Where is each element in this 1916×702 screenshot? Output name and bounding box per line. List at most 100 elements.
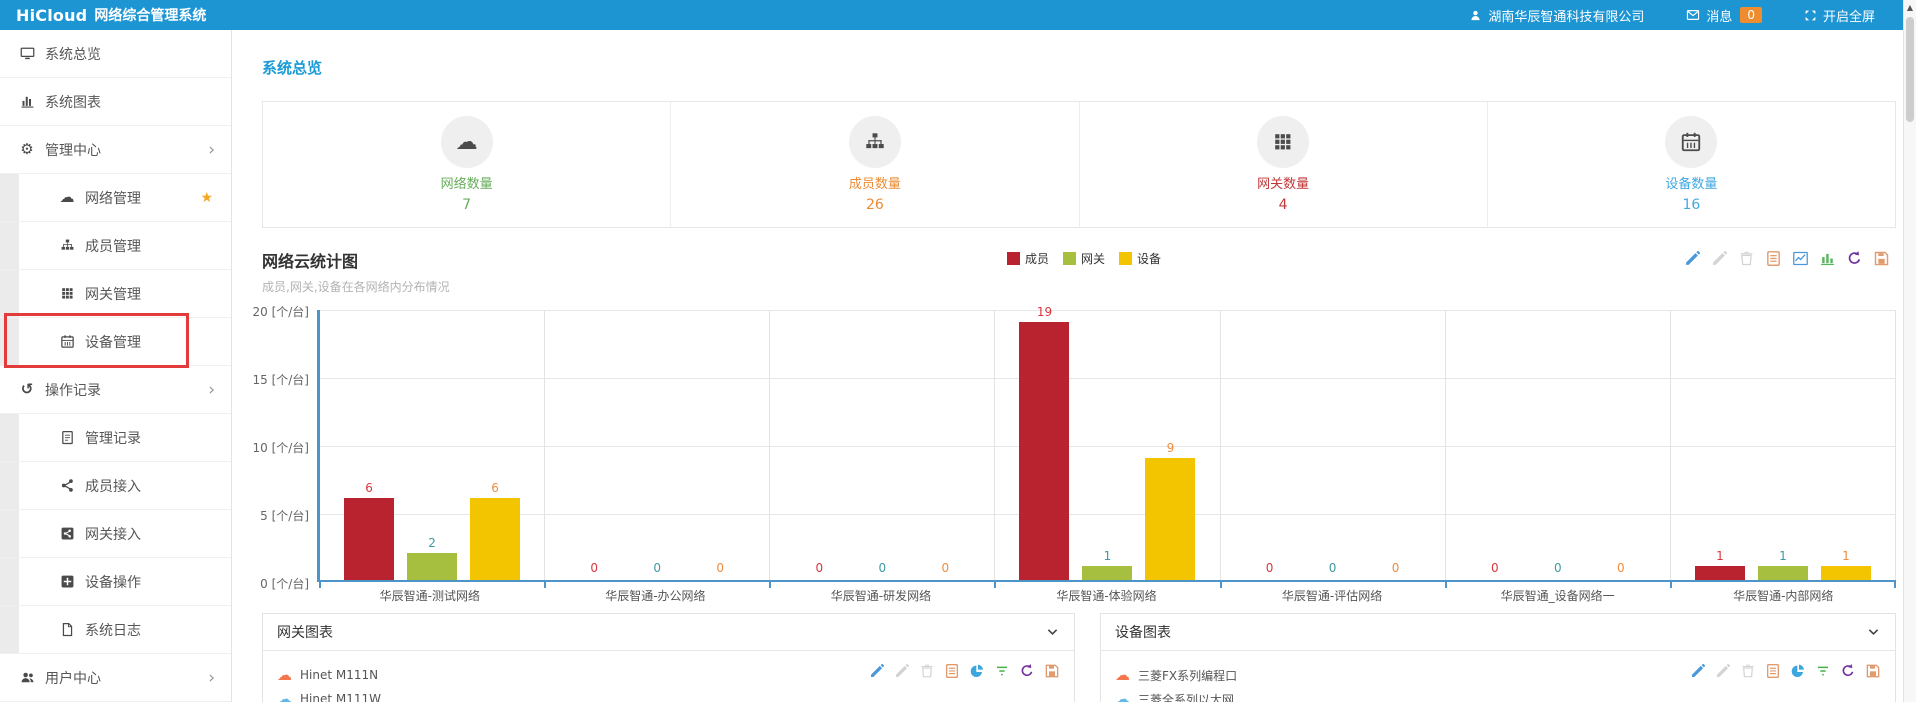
bar-rect[interactable] — [470, 498, 520, 580]
panel-item-label: 三菱FX系列编程口 — [1138, 667, 1237, 684]
legend-item-设备[interactable]: 设备 — [1119, 250, 1161, 267]
bar-rect[interactable] — [1019, 322, 1069, 580]
edit-disabled-icon[interactable] — [1711, 250, 1728, 267]
trash-icon[interactable] — [1740, 663, 1756, 679]
cloud-icon: ☁ — [1115, 666, 1130, 684]
gears-icon: ⚙ — [17, 142, 37, 157]
bar-chart-icon[interactable] — [1819, 250, 1836, 267]
line-chart-icon[interactable] — [1792, 250, 1809, 267]
bar-设备[interactable]: 9 — [1145, 310, 1195, 580]
company-menu[interactable]: 湖南华辰智通科技有限公司 — [1469, 6, 1644, 25]
sidebar-item-系统总览[interactable]: 系统总览 — [0, 30, 231, 78]
x-axis-category-label: 华辰智通-体验网络 — [994, 587, 1220, 604]
edit-disabled-icon[interactable] — [894, 663, 910, 679]
filter-icon[interactable] — [1815, 663, 1831, 679]
bar-rect[interactable] — [1821, 566, 1871, 580]
bar-成员[interactable]: 1 — [1695, 310, 1745, 580]
fullscreen-button[interactable]: 开启全屏 — [1804, 6, 1875, 25]
bar-rect[interactable] — [1145, 458, 1195, 580]
axis-tick — [769, 582, 771, 588]
list-icon[interactable] — [1765, 250, 1782, 267]
refresh-icon[interactable] — [1019, 663, 1035, 679]
filter-icon[interactable] — [994, 663, 1010, 679]
bar-chart: 20 [个/台]15 [个/台]10 [个/台]5 [个/台]0 [个/台] 6… — [262, 310, 1896, 604]
favorite-star-icon[interactable]: ★ — [200, 190, 231, 206]
sidebar-item-用户中心[interactable]: 用户中心› — [0, 654, 231, 702]
sidebar-item-成员管理[interactable]: 成员管理 — [0, 222, 231, 270]
save-icon[interactable] — [1873, 250, 1890, 267]
bar-成员[interactable]: 19 — [1019, 310, 1069, 580]
list-icon[interactable] — [944, 663, 960, 679]
panel-list-item[interactable]: ☁三菱全系列以太网 — [1115, 687, 1881, 702]
edit-icon[interactable] — [869, 663, 885, 679]
pie-icon[interactable] — [969, 663, 985, 679]
chevron-down-icon[interactable] — [1045, 625, 1060, 640]
panel-header[interactable]: 网关图表 — [263, 614, 1074, 651]
panel-header[interactable]: 设备图表 — [1101, 614, 1895, 651]
refresh-icon[interactable] — [1846, 250, 1863, 267]
x-axis-labels: 华辰智通-测试网络华辰智通-办公网络华辰智通-研发网络华辰智通-体验网络华辰智通… — [317, 587, 1896, 604]
bar-成员[interactable]: 0 — [569, 310, 619, 580]
sidebar-item-网关管理[interactable]: 网关管理 — [0, 270, 231, 318]
legend-item-成员[interactable]: 成员 — [1007, 250, 1049, 267]
bar-网关[interactable]: 0 — [632, 310, 682, 580]
messages-menu[interactable]: 消息 0 — [1686, 6, 1762, 25]
refresh-icon[interactable] — [1840, 663, 1856, 679]
bar-设备[interactable]: 0 — [1371, 310, 1421, 580]
bar-rect[interactable] — [1758, 566, 1808, 580]
sidebar-item-系统图表[interactable]: 系统图表 — [0, 78, 231, 126]
scrollbar-thumb[interactable] — [1906, 17, 1914, 122]
save-icon[interactable] — [1044, 663, 1060, 679]
sidebar-item-操作记录[interactable]: ↺操作记录› — [0, 366, 231, 414]
sidebar-item-成员接入[interactable]: 成员接入 — [0, 462, 231, 510]
edit-icon[interactable] — [1684, 250, 1701, 267]
bar-设备[interactable]: 0 — [920, 310, 970, 580]
bar-rect[interactable] — [344, 498, 394, 580]
sidebar-item-设备操作[interactable]: 设备操作 — [0, 558, 231, 606]
edit-disabled-icon[interactable] — [1715, 663, 1731, 679]
bar-rect[interactable] — [1082, 566, 1132, 580]
bar-网关[interactable]: 1 — [1082, 310, 1132, 580]
sidebar-item-管理中心[interactable]: ⚙管理中心› — [0, 126, 231, 174]
bar-网关[interactable]: 0 — [857, 310, 907, 580]
panel-list-item[interactable]: ☁Hinet M111W — [277, 687, 1060, 702]
bar-网关[interactable]: 0 — [1308, 310, 1358, 580]
sidebar-item-网关接入[interactable]: 网关接入 — [0, 510, 231, 558]
bar-设备[interactable]: 6 — [470, 310, 520, 580]
bar-rect[interactable] — [1695, 566, 1745, 580]
scrollbar-up-arrow[interactable]: ▲ — [1904, 0, 1916, 15]
trash-icon[interactable] — [1738, 250, 1755, 267]
bar-value-label: 0 — [632, 561, 682, 575]
bar-成员[interactable]: 0 — [1245, 310, 1295, 580]
bar-成员[interactable]: 0 — [794, 310, 844, 580]
bar-group-华辰智通-测试网络: 626 — [320, 310, 545, 580]
submenu-gutter — [0, 606, 19, 653]
save-icon[interactable] — [1865, 663, 1881, 679]
legend-item-网关[interactable]: 网关 — [1063, 250, 1105, 267]
sidebar-item-管理记录[interactable]: 管理记录 — [0, 414, 231, 462]
submenu-gutter — [0, 270, 19, 317]
bar-成员[interactable]: 6 — [344, 310, 394, 580]
bar-设备[interactable]: 0 — [695, 310, 745, 580]
sidebar-item-系统日志[interactable]: 系统日志 — [0, 606, 231, 654]
messages-count-badge: 0 — [1740, 7, 1762, 23]
sidebar-item-设备管理[interactable]: 设备管理 — [0, 318, 231, 366]
bar-设备[interactable]: 0 — [1596, 310, 1646, 580]
trash-icon[interactable] — [919, 663, 935, 679]
bar-成员[interactable]: 0 — [1470, 310, 1520, 580]
bar-设备[interactable]: 1 — [1821, 310, 1871, 580]
panel-title: 网关图表 — [277, 622, 333, 642]
doc-icon — [57, 430, 77, 445]
bar-rect[interactable] — [407, 553, 457, 580]
bar-网关[interactable]: 2 — [407, 310, 457, 580]
bar-网关[interactable]: 1 — [1758, 310, 1808, 580]
sidebar-item-网络管理[interactable]: ☁网络管理★ — [0, 174, 231, 222]
bar-value-label: 0 — [857, 561, 907, 575]
bar-网关[interactable]: 0 — [1533, 310, 1583, 580]
chevron-down-icon[interactable] — [1866, 625, 1881, 640]
list-icon[interactable] — [1765, 663, 1781, 679]
page-scrollbar[interactable]: ▲ — [1903, 0, 1916, 702]
edit-icon[interactable] — [1690, 663, 1706, 679]
sidebar-item-label: 网关接入 — [85, 524, 141, 544]
pie-icon[interactable] — [1790, 663, 1806, 679]
